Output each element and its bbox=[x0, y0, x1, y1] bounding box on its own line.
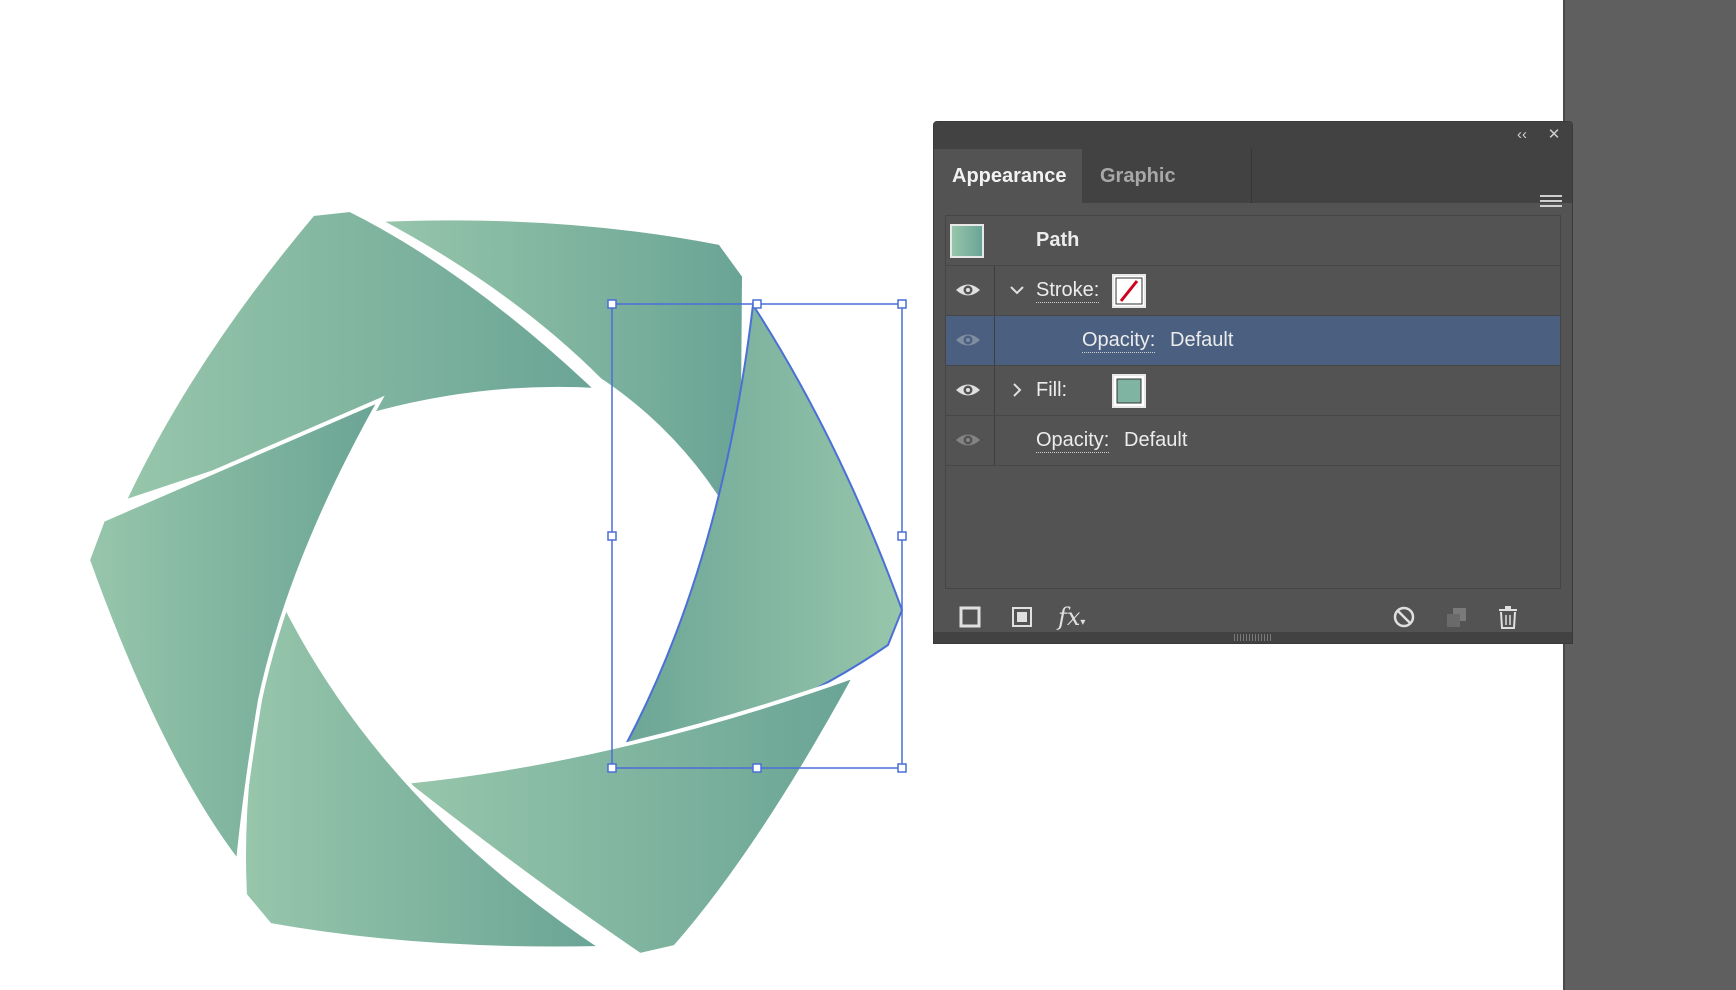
clear-appearance-icon[interactable] bbox=[1390, 603, 1418, 631]
hamburger-menu-icon[interactable] bbox=[1540, 192, 1562, 212]
double-chevron-left-icon[interactable]: ‹‹ bbox=[1512, 125, 1532, 145]
object-type-label: Path bbox=[1036, 229, 1080, 251]
eye-icon[interactable] bbox=[954, 379, 982, 401]
tab-graphic-styles[interactable]: Graphic Styles bbox=[1082, 149, 1252, 241]
object-opacity-row[interactable]: Opacity: Default bbox=[946, 416, 1560, 466]
stroke-label[interactable]: Stroke: bbox=[1036, 279, 1100, 303]
panel-footer: fx▾ bbox=[934, 600, 1572, 636]
handle-top-left[interactable] bbox=[607, 299, 617, 309]
handle-bottom-left[interactable] bbox=[607, 763, 617, 773]
stroke-opacity-label[interactable]: Opacity: bbox=[1082, 329, 1156, 353]
chevron-right-icon[interactable] bbox=[1006, 378, 1028, 402]
column-separator bbox=[994, 366, 995, 415]
pasteboard bbox=[1563, 0, 1736, 990]
eye-icon[interactable] bbox=[954, 429, 982, 451]
appearance-panel: ‹‹ ✕ Appearance Graphic Styles Path Stro… bbox=[933, 121, 1573, 644]
column-separator bbox=[994, 266, 995, 315]
stroke-opacity-value: Default bbox=[1170, 329, 1234, 351]
column-separator bbox=[994, 416, 995, 465]
eye-icon[interactable] bbox=[954, 279, 982, 301]
panel-resize-grip[interactable] bbox=[934, 632, 1572, 643]
add-new-stroke-icon[interactable] bbox=[956, 603, 984, 631]
handle-top-center[interactable] bbox=[752, 299, 762, 309]
handle-top-right[interactable] bbox=[897, 299, 907, 309]
appearance-list: Path Stroke: Opacity: Default Fill: Opac… bbox=[945, 215, 1561, 589]
handle-bottom-right[interactable] bbox=[897, 763, 907, 773]
object-opacity-label[interactable]: Opacity: bbox=[1036, 429, 1110, 453]
panel-tabbar: Appearance Graphic Styles bbox=[934, 149, 1572, 241]
fx-label: fx bbox=[1058, 603, 1081, 631]
column-separator bbox=[994, 316, 995, 365]
object-opacity-value: Default bbox=[1124, 429, 1188, 451]
appearance-header-row[interactable]: Path bbox=[946, 216, 1560, 266]
handle-middle-right[interactable] bbox=[897, 531, 907, 541]
handle-bottom-center[interactable] bbox=[752, 763, 762, 773]
stroke-none-swatch[interactable] bbox=[1112, 274, 1146, 308]
add-new-effect-icon[interactable]: fx▾ bbox=[1058, 603, 1094, 631]
handle-middle-left[interactable] bbox=[607, 531, 617, 541]
eye-icon[interactable] bbox=[954, 329, 982, 351]
object-thumbnail bbox=[950, 224, 984, 258]
add-new-fill-icon[interactable] bbox=[1008, 603, 1036, 631]
chevron-down-icon[interactable] bbox=[1006, 278, 1028, 302]
stroke-row[interactable]: Stroke: bbox=[946, 266, 1560, 316]
duplicate-item-icon[interactable] bbox=[1442, 603, 1470, 631]
panel-titlebar[interactable]: ‹‹ ✕ bbox=[934, 122, 1572, 149]
tab-appearance[interactable]: Appearance bbox=[934, 149, 1082, 203]
grip-lines bbox=[1234, 634, 1272, 641]
stroke-opacity-row[interactable]: Opacity: Default bbox=[946, 316, 1560, 366]
fill-row[interactable]: Fill: bbox=[946, 366, 1560, 416]
fill-color-swatch[interactable] bbox=[1112, 374, 1146, 408]
delete-item-icon[interactable] bbox=[1494, 603, 1522, 631]
fill-label[interactable]: Fill: bbox=[1036, 379, 1067, 402]
close-icon[interactable]: ✕ bbox=[1544, 125, 1564, 145]
